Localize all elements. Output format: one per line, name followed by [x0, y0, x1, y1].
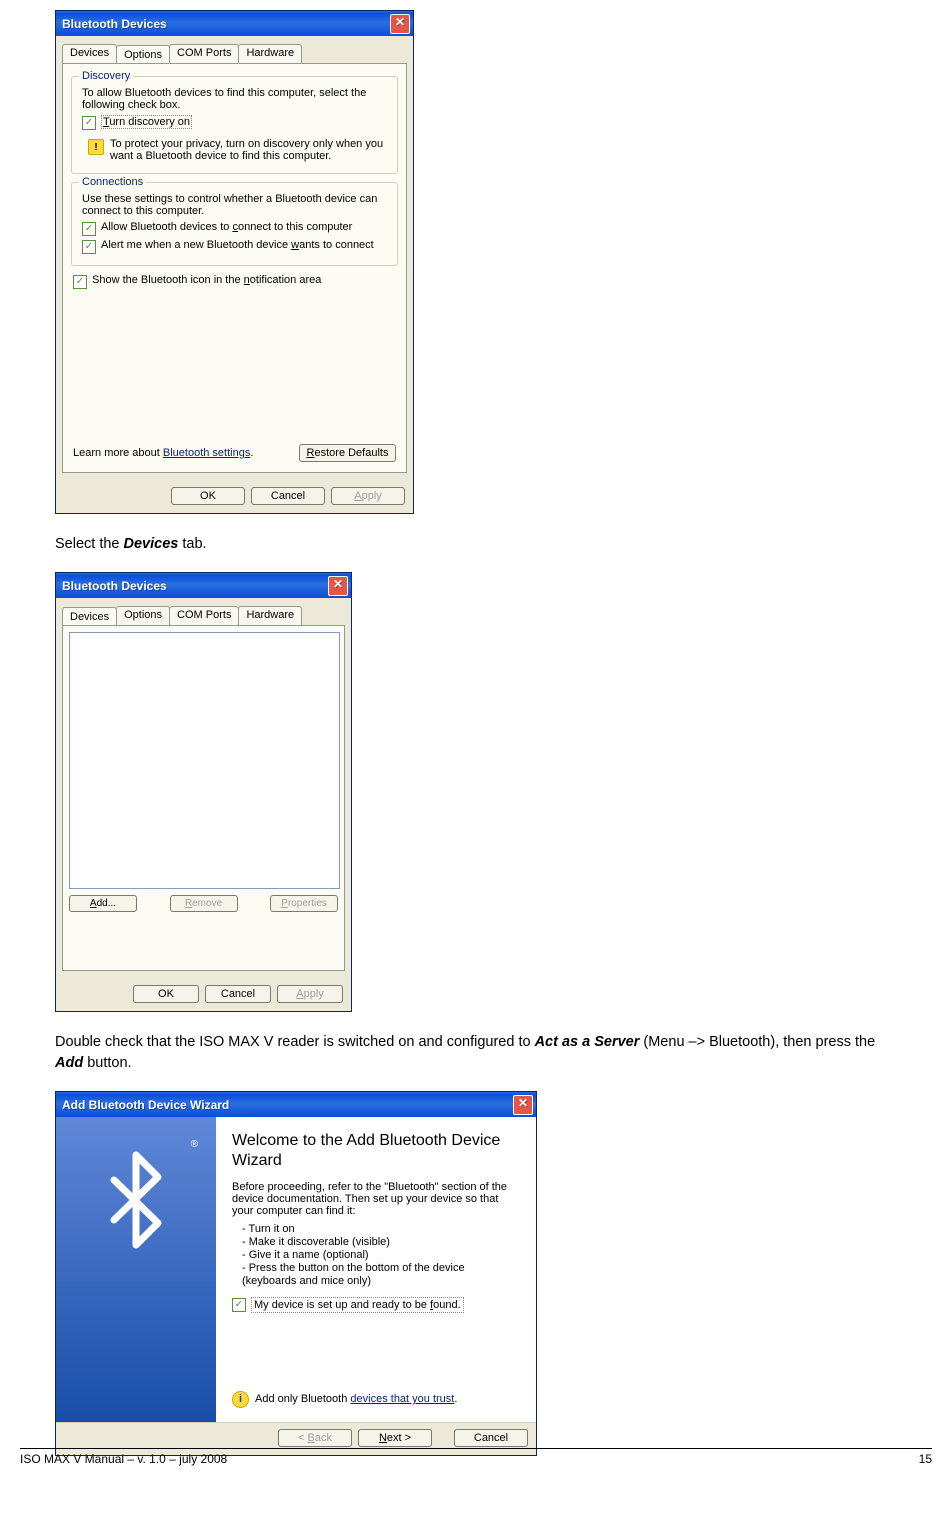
close-icon[interactable]: ✕ — [390, 14, 410, 34]
tab-hardware[interactable]: Hardware — [238, 44, 302, 63]
wizard-main: Welcome to the Add Bluetooth Device Wiza… — [216, 1117, 536, 1422]
tab-devices[interactable]: Devices — [62, 44, 117, 63]
cancel-button[interactable]: Cancel — [251, 487, 325, 505]
ok-button[interactable]: OK — [133, 985, 199, 1003]
properties-button[interactable]: Properties — [270, 895, 338, 912]
discovery-checkbox[interactable]: ✓ — [82, 116, 96, 130]
bluetooth-settings-link[interactable]: Bluetooth settings — [163, 447, 250, 459]
devices-panel: Add... Remove Properties — [62, 625, 345, 971]
window-title: Add Bluetooth Device Wizard — [62, 1098, 513, 1112]
wizard-heading: Welcome to the Add Bluetooth Device Wiza… — [232, 1131, 518, 1171]
discovery-legend: Discovery — [79, 70, 133, 82]
tab-row: Devices Options COM Ports Hardware — [62, 44, 407, 63]
restore-defaults-button[interactable]: Restore Defaults — [299, 444, 396, 462]
page-number: 15 — [919, 1452, 932, 1466]
close-icon[interactable]: ✕ — [513, 1095, 533, 1115]
titlebar[interactable]: Bluetooth Devices ✕ — [56, 573, 351, 598]
add-button[interactable]: Add... — [69, 895, 137, 912]
devices-list[interactable] — [69, 632, 340, 889]
registered-mark-icon: ® — [191, 1139, 198, 1150]
window-title: Bluetooth Devices — [62, 17, 390, 31]
wizard-bullets: - Turn it on - Make it discoverable (vis… — [242, 1223, 518, 1287]
info-icon: i — [232, 1391, 249, 1408]
tab-devices[interactable]: Devices — [62, 607, 117, 626]
device-ready-label: My device is set up and ready to be foun… — [251, 1297, 464, 1313]
bluetooth-devices-dialog: Bluetooth Devices ✕ Devices Options COM … — [55, 572, 352, 1012]
close-icon[interactable]: ✕ — [328, 576, 348, 596]
discovery-intro: To allow Bluetooth devices to find this … — [82, 87, 387, 111]
remove-button[interactable]: Remove — [170, 895, 238, 912]
show-icon-label: Show the Bluetooth icon in the notificat… — [92, 274, 321, 286]
titlebar[interactable]: Bluetooth Devices ✕ — [56, 11, 413, 36]
bluetooth-options-dialog: Bluetooth Devices ✕ Devices Options COM … — [55, 10, 414, 514]
titlebar[interactable]: Add Bluetooth Device Wizard ✕ — [56, 1092, 536, 1117]
device-ready-checkbox[interactable]: ✓ — [232, 1298, 246, 1312]
cancel-button[interactable]: Cancel — [205, 985, 271, 1003]
connections-group: Connections Use these settings to contro… — [71, 182, 398, 266]
page-footer: ISO MAX V Manual – v. 1.0 – july 2008 15 — [18, 1438, 934, 1474]
bluetooth-icon — [101, 1150, 171, 1253]
allow-connect-checkbox[interactable]: ✓ — [82, 222, 96, 236]
connections-legend: Connections — [79, 176, 146, 188]
tab-com-ports[interactable]: COM Ports — [169, 606, 239, 625]
trust-link[interactable]: devices that you trust — [350, 1393, 454, 1405]
instruction-select-devices: Select the Devices tab. — [55, 534, 897, 554]
wizard-sidebar: ® — [56, 1117, 216, 1422]
add-bluetooth-wizard: Add Bluetooth Device Wizard ✕ ® Welcome … — [55, 1091, 537, 1456]
discovery-warning: To protect your privacy, turn on discove… — [110, 138, 387, 162]
window-title: Bluetooth Devices — [62, 579, 328, 593]
options-panel: Discovery To allow Bluetooth devices to … — [62, 63, 407, 473]
tab-com-ports[interactable]: COM Ports — [169, 44, 239, 63]
tab-options[interactable]: Options — [116, 45, 170, 64]
discovery-checkbox-label: Turn discovery on — [101, 115, 192, 129]
learn-more: Learn more about Bluetooth settings. — [73, 447, 253, 459]
ok-button[interactable]: OK — [171, 487, 245, 505]
tab-hardware[interactable]: Hardware — [238, 606, 302, 625]
tab-options[interactable]: Options — [116, 606, 170, 625]
show-icon-checkbox[interactable]: ✓ — [73, 275, 87, 289]
alert-label: Alert me when a new Bluetooth device wan… — [101, 239, 374, 251]
allow-connect-label: Allow Bluetooth devices to connect to th… — [101, 221, 352, 233]
apply-button[interactable]: Apply — [331, 487, 405, 505]
discovery-group: Discovery To allow Bluetooth devices to … — [71, 76, 398, 174]
footer-left: ISO MAX V Manual – v. 1.0 – july 2008 — [20, 1452, 227, 1466]
trust-note: i Add only Bluetooth devices that you tr… — [232, 1391, 457, 1408]
apply-button[interactable]: Apply — [277, 985, 343, 1003]
instruction-add-device: Double check that the ISO MAX V reader i… — [55, 1032, 897, 1073]
alert-checkbox[interactable]: ✓ — [82, 240, 96, 254]
warning-icon: ! — [88, 139, 104, 155]
connections-intro: Use these settings to control whether a … — [82, 193, 387, 217]
wizard-intro: Before proceeding, refer to the "Bluetoo… — [232, 1181, 518, 1217]
